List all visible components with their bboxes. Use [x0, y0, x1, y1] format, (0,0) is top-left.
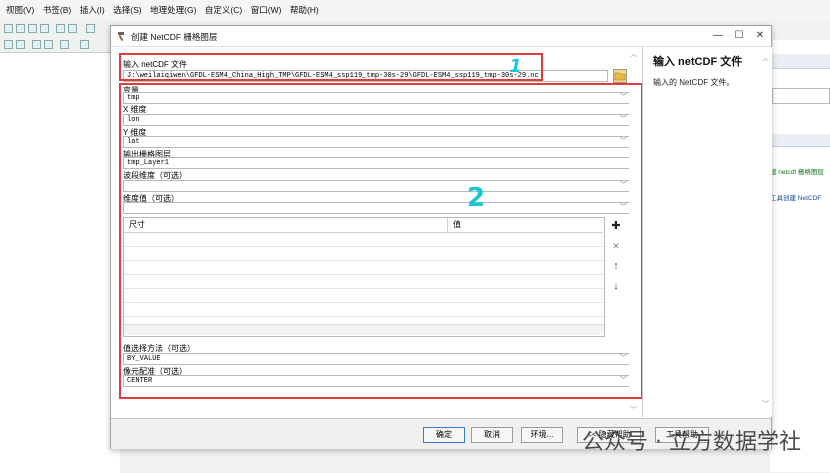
menu-bookmarks[interactable]: 书签(B)	[43, 0, 71, 20]
cut-icon[interactable]	[4, 24, 13, 33]
menu-view[interactable]: 视图(V)	[6, 0, 34, 20]
scroll-down-icon[interactable]: ﹀	[630, 405, 637, 415]
full-extent-icon[interactable]	[16, 40, 25, 49]
annotation-box-1	[119, 53, 543, 81]
select-icon[interactable]	[80, 40, 89, 49]
panel-header	[770, 54, 830, 69]
help-description: 输入的 NetCDF 文件。	[653, 78, 735, 87]
menu-insert[interactable]: 插入(I)	[80, 0, 105, 20]
search-input[interactable]	[772, 88, 830, 104]
minimize-button[interactable]: —	[707, 29, 729, 43]
undo-icon[interactable]	[56, 24, 65, 33]
search-result-title[interactable]: 建 netcdf 栅格图层	[770, 166, 824, 176]
help-pane: 输入 netCDF 文件 输入的 NetCDF 文件。 ︿ ﹀	[642, 47, 772, 417]
select-features-icon[interactable]	[60, 40, 69, 49]
back-icon[interactable]	[32, 40, 41, 49]
annotation-box-2	[119, 83, 643, 399]
help-title: 输入 netCDF 文件	[653, 56, 743, 68]
menu-windows[interactable]: 窗口(W)	[251, 0, 282, 20]
menu-bar: 视图(V) 书签(B) 插入(I) 选择(S) 地理处理(G) 自定义(C) 窗…	[0, 0, 830, 20]
scroll-down-icon[interactable]: ﹀	[762, 399, 769, 409]
search-result-desc: 工具创建 NetCDF	[770, 195, 822, 202]
standard-toolbar	[0, 20, 120, 36]
panel-section-bar	[770, 134, 830, 147]
menu-help[interactable]: 帮助(H)	[290, 0, 319, 20]
table-of-contents-panel	[0, 52, 120, 473]
zoom-extent-icon[interactable]	[4, 40, 13, 49]
browse-folder-button[interactable]	[613, 69, 627, 83]
environments-button[interactable]: 环境...	[521, 427, 563, 443]
delete-icon[interactable]	[40, 24, 49, 33]
copy-icon[interactable]	[16, 24, 25, 33]
dialog-titlebar[interactable]: 创建 NetCDF 栅格图层 — ☐ ✕	[111, 26, 771, 47]
ok-button[interactable]: 确定	[423, 427, 465, 443]
create-netcdf-raster-layer-dialog: 创建 NetCDF 栅格图层 — ☐ ✕ 输入 netCDF 文件 J:\wei…	[110, 25, 772, 449]
redo-icon[interactable]	[68, 24, 77, 33]
add-data-icon[interactable]	[86, 24, 95, 33]
paste-icon[interactable]	[28, 24, 37, 33]
cancel-button[interactable]: 取消	[471, 427, 513, 443]
scroll-up-icon[interactable]: ︿	[630, 49, 637, 59]
dialog-title: 创建 NetCDF 栅格图层	[131, 32, 218, 42]
menu-selection[interactable]: 选择(S)	[113, 0, 141, 20]
maximize-button[interactable]: ☐	[728, 29, 750, 43]
folder-icon	[614, 72, 626, 81]
annotation-number-2: 2	[467, 183, 486, 213]
scroll-up-icon[interactable]: ︿	[762, 53, 769, 63]
watermark-text: 公众号 · 立方数据学社	[582, 430, 801, 455]
tools-toolbar	[0, 36, 120, 52]
close-button[interactable]: ✕	[749, 29, 771, 43]
parameters-pane: 输入 netCDF 文件 J:\weilaiqiwen\GFDL-ESM4_Ch…	[111, 47, 643, 417]
menu-customize[interactable]: 自定义(C)	[205, 0, 242, 20]
forward-icon[interactable]	[44, 40, 53, 49]
menu-geoprocessing[interactable]: 地理处理(G)	[150, 0, 196, 20]
search-panel: 建 netcdf 栅格图层 工具创建 NetCDF	[770, 40, 830, 472]
hammer-icon	[118, 32, 124, 42]
help-scrollbar[interactable]: ︿ ﹀	[761, 47, 771, 417]
